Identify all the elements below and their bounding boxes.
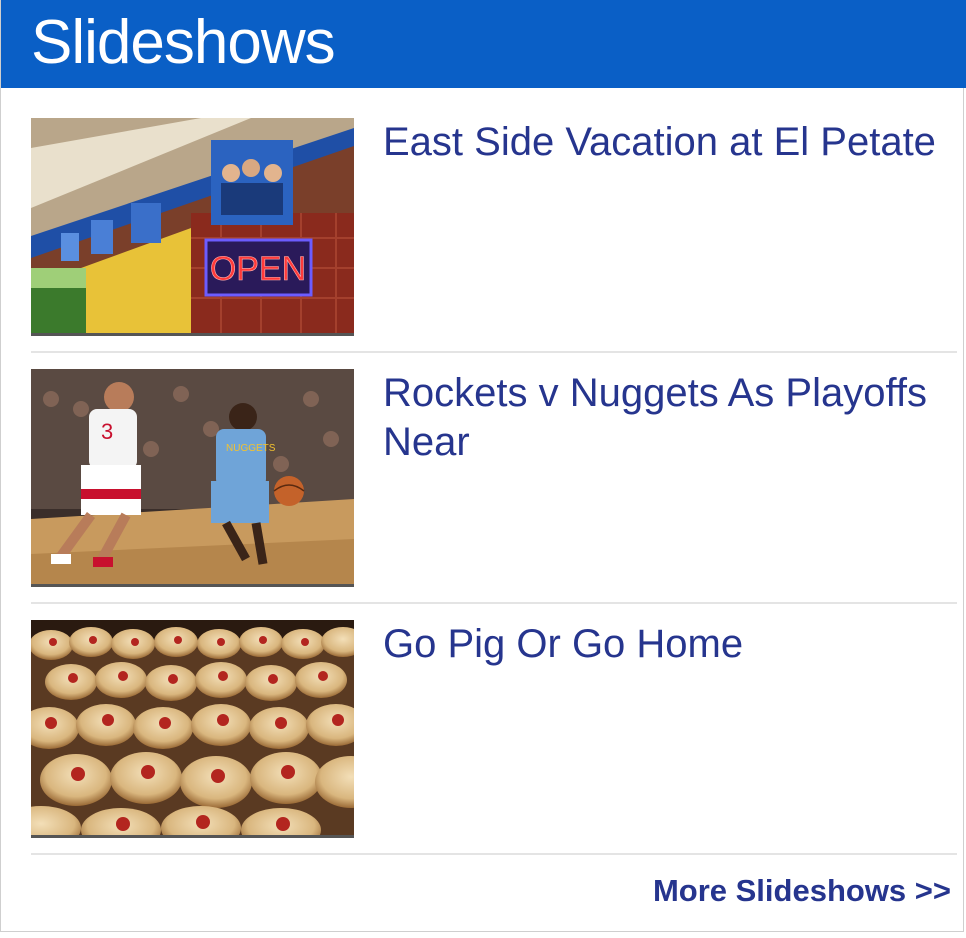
slideshow-thumbnail[interactable]: 3 NUGGETS <box>31 369 354 587</box>
slideshow-item: Go Pig Or Go Home <box>31 620 957 852</box>
widget-header: Slideshows <box>1 0 966 88</box>
jersey-number: 3 <box>101 419 113 444</box>
slideshows-widget: Slideshows OPEN East Side Vacation at El… <box>0 0 966 932</box>
divider <box>31 351 957 353</box>
slideshow-title-link[interactable]: East Side Vacation at El Petate <box>383 118 943 167</box>
widget-title: Slideshows <box>31 8 336 77</box>
slideshow-title-link[interactable]: Go Pig Or Go Home <box>383 620 943 669</box>
open-sign-text: OPEN <box>210 250 306 288</box>
divider <box>31 602 957 604</box>
slideshow-title-link[interactable]: Rockets v Nuggets As Playoffs Near <box>383 369 943 467</box>
divider <box>31 853 957 855</box>
slideshow-item: OPEN East Side Vacation at El Petate <box>31 118 957 350</box>
svg-text:NUGGETS: NUGGETS <box>226 443 276 454</box>
slideshow-item: 3 NUGGETS Rockets v Nuggets As Playoffs … <box>31 369 957 601</box>
slideshow-thumbnail[interactable] <box>31 620 354 838</box>
slideshow-thumbnail[interactable]: OPEN <box>31 118 354 336</box>
more-slideshows-link[interactable]: More Slideshows >> <box>653 873 951 909</box>
